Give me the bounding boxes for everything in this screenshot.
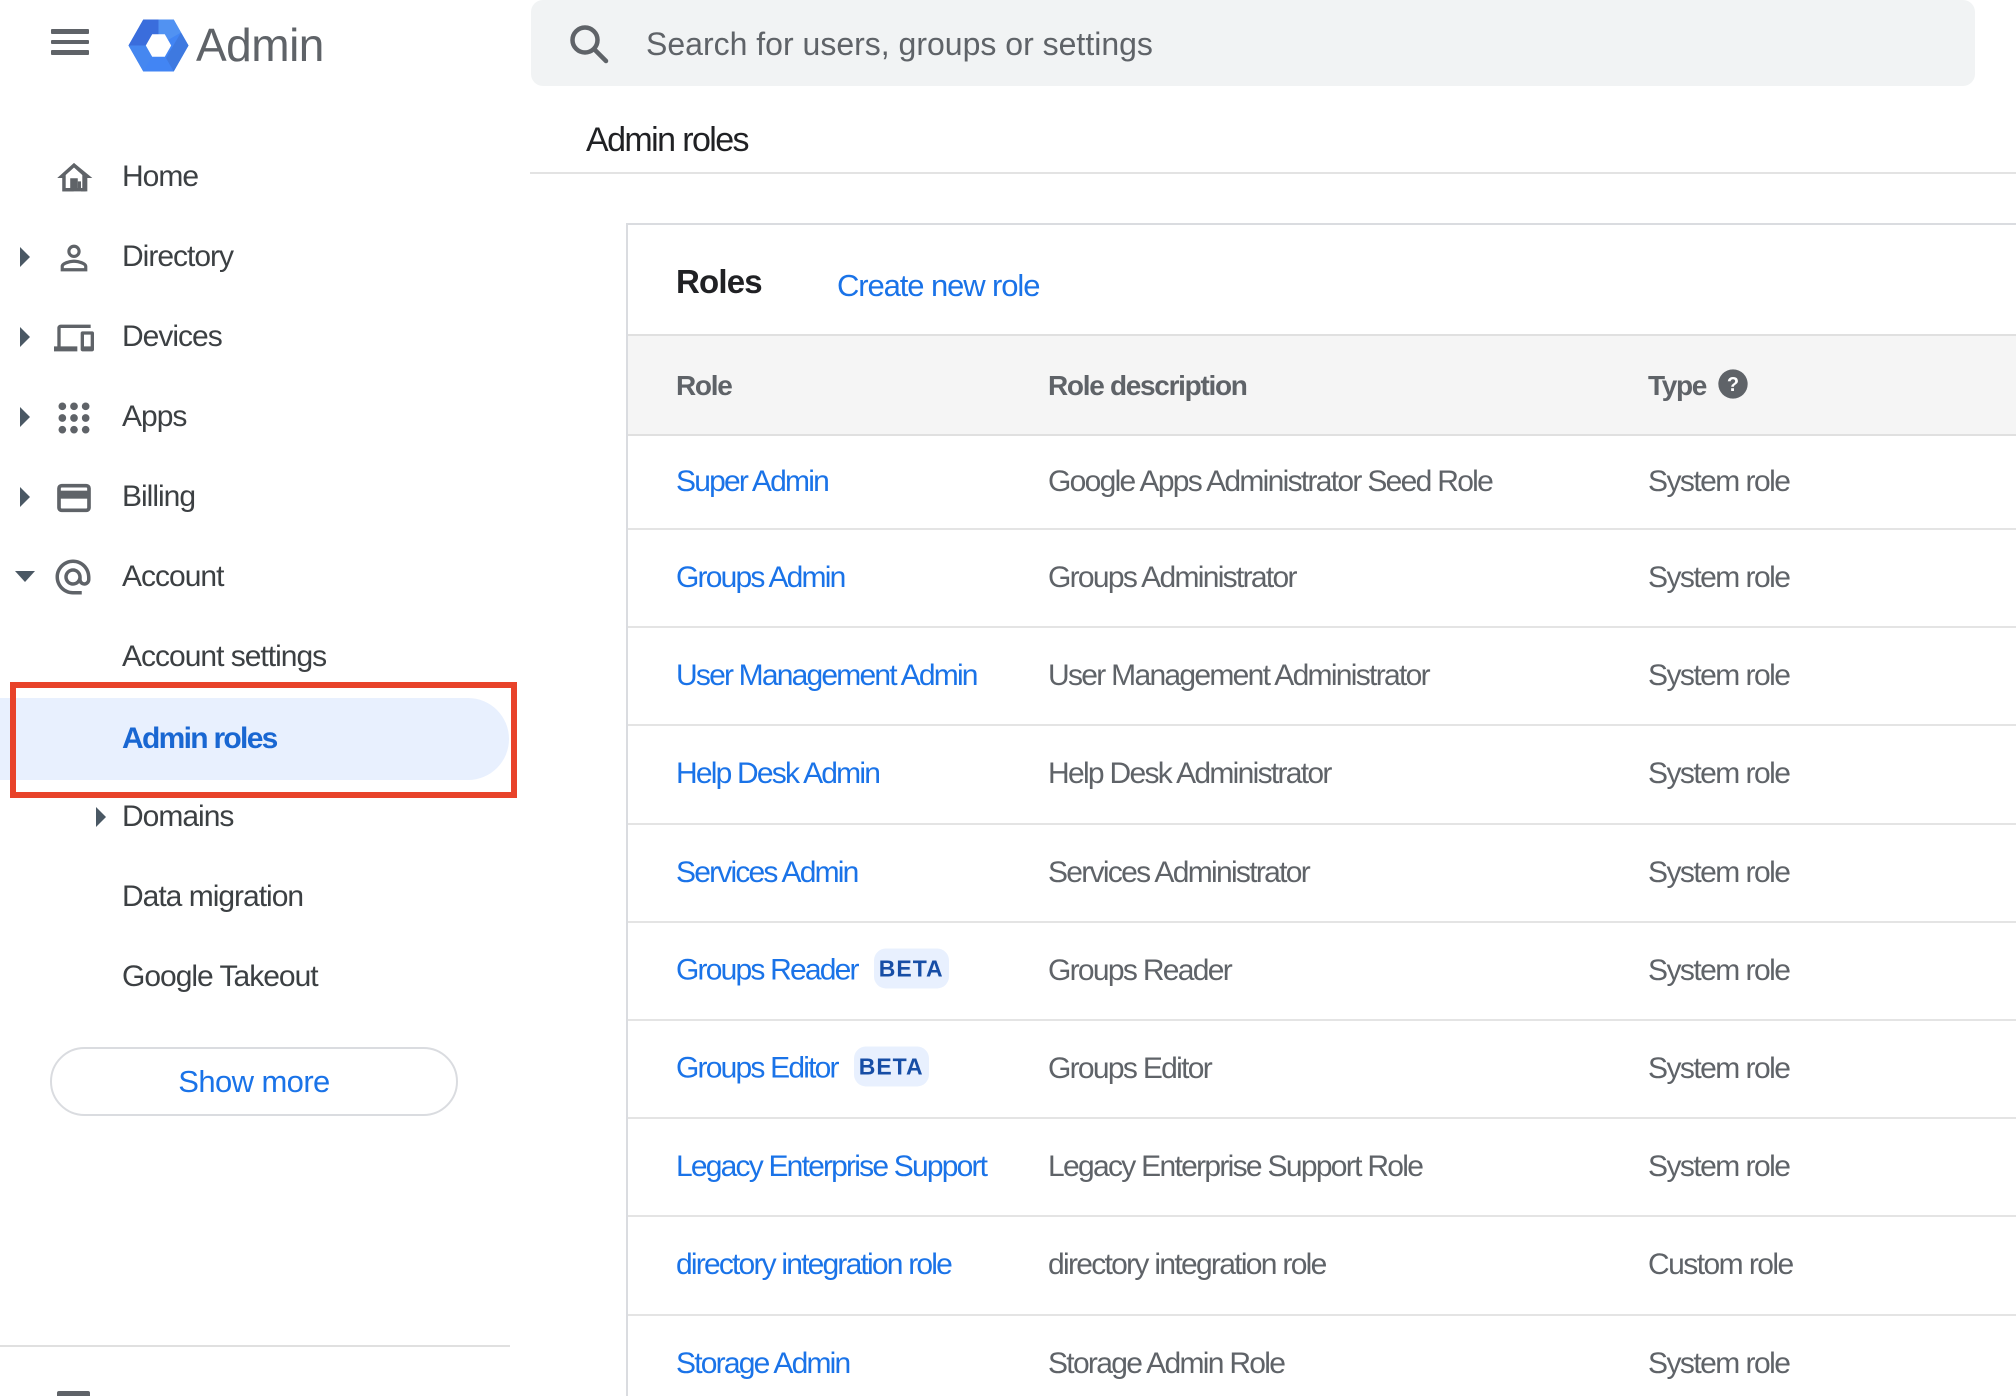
svg-text:?: ? xyxy=(1727,374,1739,396)
